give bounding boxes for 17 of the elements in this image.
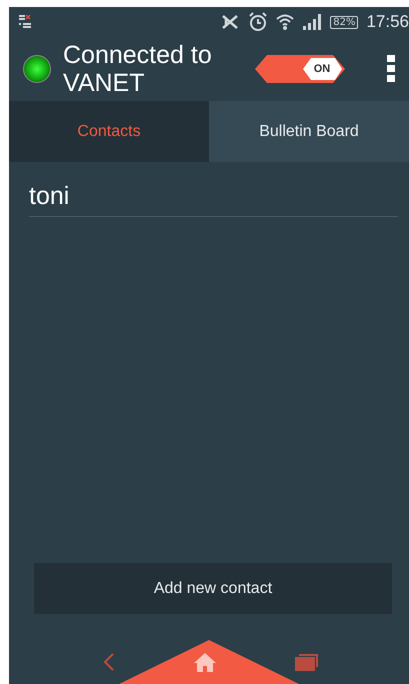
recent-apps-icon[interactable] xyxy=(295,652,319,672)
contact-item[interactable]: toni xyxy=(29,176,398,217)
notification-icon xyxy=(19,15,31,29)
menu-icon[interactable] xyxy=(387,55,395,83)
home-icon[interactable] xyxy=(193,652,217,672)
clock-time: 17:56 xyxy=(366,12,409,32)
add-contact-button[interactable]: Add new contact xyxy=(34,563,392,614)
back-icon[interactable] xyxy=(103,652,115,672)
bluetooth-off-icon xyxy=(220,13,240,31)
vanet-toggle[interactable]: ON xyxy=(255,55,345,83)
signal-icon xyxy=(302,13,322,31)
connection-title: Connected to VANET xyxy=(63,41,213,97)
tab[interactable]: Bulletin Board xyxy=(209,101,409,162)
wifi-icon xyxy=(276,13,294,31)
tab[interactable]: Contacts xyxy=(9,101,209,162)
battery-level: 82% xyxy=(330,16,358,28)
alarm-icon xyxy=(248,12,268,32)
